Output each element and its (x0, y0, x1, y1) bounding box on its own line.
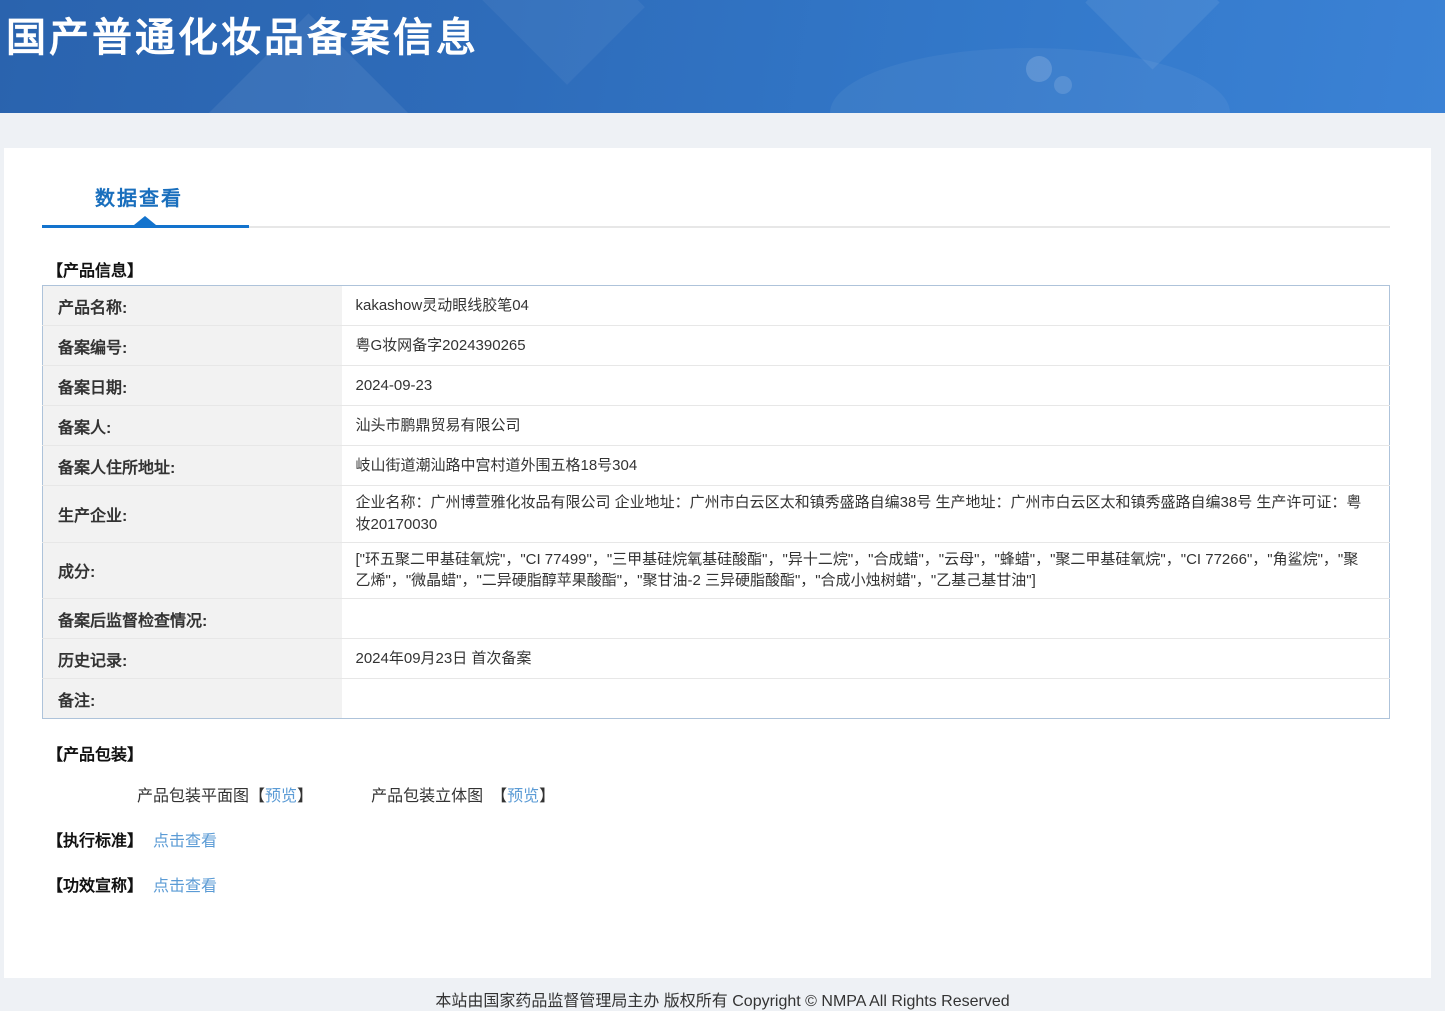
row-value: 企业名称：广州博萱雅化妆品有限公司 企业地址：广州市白云区太和镇秀盛路自编38号… (341, 485, 1390, 543)
table-row: 历史记录: 2024年09月23日 首次备案 (42, 638, 1390, 679)
table-row: 备案日期: 2024-09-23 (42, 365, 1390, 406)
packaging-stereo: 产品包装立体图 【预览】 (371, 788, 555, 805)
page-footer: 本站由国家药品监督管理局主办 版权所有 Copyright © NMPA All… (0, 978, 1445, 1011)
section-product-info: 【产品信息】 (47, 263, 144, 280)
content-card: 数据查看 【产品信息】 产品名称: kakashow灵动眼线胶笔04 备案编号:… (4, 148, 1431, 978)
banner-decor-ellipse (830, 48, 1230, 113)
banner-decor-circle (1026, 56, 1052, 82)
efficacy-claim-link[interactable]: 点击查看 (153, 878, 217, 895)
packaging-stereo-label: 产品包装立体图 (371, 788, 484, 805)
tab-bar: 数据查看 (4, 148, 1431, 229)
copyright-text: 本站由国家药品监督管理局主办 版权所有 Copyright © NMPA All… (435, 993, 1010, 1010)
packaging-flat-label: 产品包装平面图 (137, 788, 250, 805)
banner-decor-diamond-right (1085, 0, 1220, 70)
product-info-table: 产品名称: kakashow灵动眼线胶笔04 备案编号: 粤G妆网备字20243… (42, 285, 1390, 719)
row-label: 产品名称: (42, 285, 342, 326)
row-value: 汕头市鹏鼎贸易有限公司 (341, 405, 1390, 446)
row-value: 粤G妆网备字2024390265 (341, 325, 1390, 366)
row-value: 岐山街道潮汕路中宫村道外围五格18号304 (341, 445, 1390, 486)
page-title: 国产普通化妆品备案信息 (6, 16, 479, 60)
bracket: 【 (491, 788, 508, 805)
packaging-flat: 产品包装平面图【预览】 (137, 788, 313, 805)
table-row: 备案编号: 粤G妆网备字2024390265 (42, 325, 1390, 366)
row-label: 备案人住所地址: (42, 445, 342, 486)
bracket: 】 (297, 788, 314, 805)
preview-flat-link[interactable]: 预览 (265, 788, 297, 805)
table-row: 备案人: 汕头市鹏鼎贸易有限公司 (42, 405, 1390, 446)
bracket: 】 (539, 788, 556, 805)
execution-standard-link[interactable]: 点击查看 (153, 833, 217, 850)
row-label: 备案编号: (42, 325, 342, 366)
execution-standard-row: 【执行标准】 点击查看 (47, 827, 1431, 851)
row-label: 备案后监督检查情况: (42, 598, 342, 639)
section-product-packaging: 【产品包装】 (47, 747, 144, 764)
page-banner: 国产普通化妆品备案信息 (0, 0, 1445, 113)
tab-data-view[interactable]: 数据查看 (95, 182, 183, 211)
row-label: 备注: (42, 678, 342, 719)
section-efficacy-claim: 【功效宣称】 (47, 878, 144, 895)
packaging-row: 产品包装平面图【预览】 产品包装立体图 【预览】 (137, 782, 1431, 806)
table-row: 备注: (42, 678, 1390, 719)
row-value (341, 598, 1390, 639)
banner-decor-wedge-top (475, 0, 645, 85)
row-value: kakashow灵动眼线胶笔04 (341, 285, 1390, 326)
table-row: 备案后监督检查情况: (42, 598, 1390, 639)
efficacy-claim-row: 【功效宣称】 点击查看 (47, 872, 1431, 896)
row-value (342, 679, 1390, 719)
table-row: 备案人住所地址: 岐山街道潮汕路中宫村道外围五格18号304 (42, 445, 1390, 486)
row-label: 历史记录: (42, 638, 342, 679)
table-row: 生产企业: 企业名称：广州博萱雅化妆品有限公司 企业地址：广州市白云区太和镇秀盛… (42, 485, 1390, 543)
row-label: 备案人: (42, 405, 342, 446)
section-execution-standard: 【执行标准】 (47, 833, 144, 850)
tab-active-triangle-icon (134, 216, 156, 225)
bracket: 【 (249, 788, 266, 805)
row-label: 成分: (42, 542, 342, 599)
table-row: 产品名称: kakashow灵动眼线胶笔04 (42, 285, 1390, 326)
table-row: 成分: ["环五聚二甲基硅氧烷"，"CI 77499"，"三甲基硅烷氧基硅酸酯"… (42, 542, 1390, 599)
tab-underline-active (42, 225, 249, 228)
preview-stereo-link[interactable]: 预览 (507, 788, 539, 805)
banner-decor-circle (1054, 76, 1072, 94)
row-value: ["环五聚二甲基硅氧烷"，"CI 77499"，"三甲基硅烷氧基硅酸酯"，"异十… (341, 542, 1390, 599)
row-label: 备案日期: (42, 365, 342, 406)
row-label: 生产企业: (42, 485, 342, 543)
row-value: 2024-09-23 (341, 365, 1390, 406)
row-value: 2024年09月23日 首次备案 (341, 638, 1390, 679)
